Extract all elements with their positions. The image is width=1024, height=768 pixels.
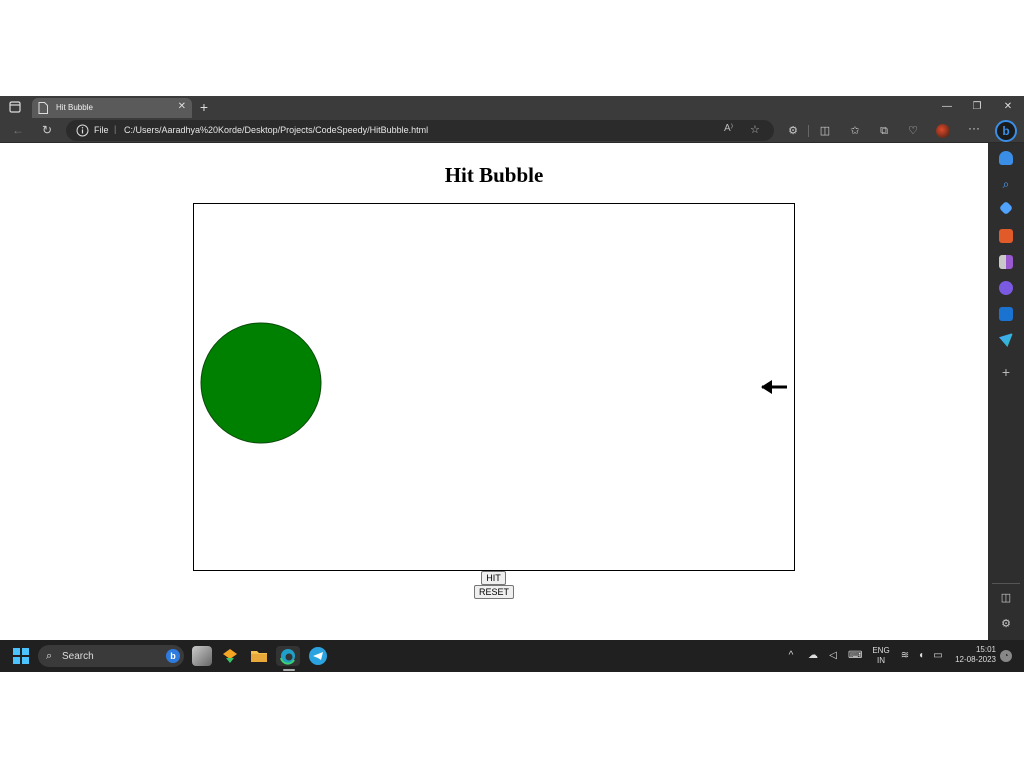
tab-actions-icon[interactable] bbox=[6, 100, 24, 114]
active-app-indicator bbox=[283, 669, 295, 671]
favorite-star-icon[interactable]: ☆ bbox=[750, 123, 760, 136]
bing-copilot-icon[interactable]: b bbox=[995, 120, 1017, 142]
outlook-icon[interactable] bbox=[999, 307, 1013, 321]
add-sidebar-app-icon[interactable]: + bbox=[999, 365, 1013, 379]
telegram-icon[interactable] bbox=[309, 647, 327, 665]
volume-icon[interactable]: ◖ bbox=[914, 649, 928, 663]
windows-taskbar: ⌕ Search b ^ ☁ ◁ ⌨ ENG IN ≋ ◖ ▭ 15:01 12… bbox=[0, 640, 1024, 672]
split-screen-icon[interactable]: ◫ bbox=[817, 123, 833, 139]
hit-button[interactable]: HIT bbox=[481, 571, 506, 585]
copilot-icon[interactable] bbox=[999, 281, 1013, 295]
read-aloud-icon[interactable]: A⁾ bbox=[724, 123, 733, 134]
close-tab-icon[interactable]: ✕ bbox=[178, 101, 186, 112]
language-code: ENG bbox=[872, 646, 890, 655]
browser-nav-bar: ← ↻ File | C:/Users/Aaradhya%20Korde/Des… bbox=[0, 118, 1024, 143]
edge-sidebar: ⌕ + ◫ ⚙ bbox=[988, 143, 1024, 640]
url-path: C:/Users/Aaradhya%20Korde/Desktop/Projec… bbox=[124, 125, 429, 135]
pinned-app-icon[interactable] bbox=[220, 646, 240, 666]
info-icon[interactable] bbox=[76, 124, 89, 137]
battery-icon[interactable]: ▭ bbox=[931, 649, 945, 663]
extensions-icon[interactable]: ⚙ bbox=[785, 123, 801, 139]
location-icon[interactable]: ◁ bbox=[826, 649, 840, 663]
document-icon bbox=[38, 102, 48, 114]
sidebar-divider bbox=[992, 583, 1020, 584]
drop-icon[interactable] bbox=[999, 333, 1013, 347]
search-icon[interactable]: ⌕ bbox=[999, 177, 1013, 191]
search-placeholder: Search bbox=[62, 651, 94, 662]
onedrive-cloud-icon[interactable]: ☁ bbox=[806, 649, 820, 663]
address-bar[interactable]: File | C:/Users/Aaradhya%20Korde/Desktop… bbox=[66, 120, 774, 141]
collections-icon[interactable]: ⧉ bbox=[876, 123, 892, 139]
browser-tab-bar: Hit Bubble ✕ + — ❐ ✕ bbox=[0, 96, 1024, 118]
clock[interactable]: 15:01 12-08-2023 bbox=[950, 645, 996, 665]
screen: Hit Bubble ✕ + — ❐ ✕ ← ↻ File | C:/Users… bbox=[0, 96, 1024, 672]
browser-essentials-icon[interactable]: ♡ bbox=[905, 123, 921, 139]
taskbar-search[interactable]: ⌕ Search b bbox=[38, 645, 184, 667]
tools-briefcase-icon[interactable] bbox=[999, 229, 1013, 243]
region-code: IN bbox=[877, 656, 885, 665]
bubble bbox=[200, 322, 322, 444]
page-title: Hit Bubble bbox=[444, 163, 544, 187]
bing-icon: b bbox=[166, 649, 180, 663]
notification-center-icon[interactable]: ◔ bbox=[1000, 650, 1012, 662]
games-icon[interactable] bbox=[999, 255, 1013, 269]
restore-button[interactable]: ❐ bbox=[962, 96, 992, 118]
shopping-tag-icon[interactable] bbox=[998, 200, 1014, 216]
hide-sidebar-icon[interactable]: ◫ bbox=[999, 591, 1013, 605]
clock-date: 12-08-2023 bbox=[955, 655, 996, 664]
more-menu-icon[interactable]: ··· bbox=[966, 121, 982, 139]
keyboard-icon[interactable]: ⌨ bbox=[848, 649, 862, 663]
url-scheme: File bbox=[94, 125, 109, 135]
tab-title: Hit Bubble bbox=[56, 103, 93, 112]
sidebar-settings-icon[interactable]: ⚙ bbox=[999, 617, 1013, 631]
refresh-button[interactable]: ↻ bbox=[38, 122, 56, 139]
close-window-button[interactable]: ✕ bbox=[993, 96, 1023, 118]
task-view-icon[interactable] bbox=[192, 646, 212, 666]
start-windows-icon[interactable] bbox=[13, 648, 29, 664]
favorites-icon[interactable]: ✩ bbox=[847, 123, 863, 139]
new-tab-button[interactable]: + bbox=[196, 98, 212, 116]
toolbar-divider bbox=[808, 125, 809, 137]
language-indicator[interactable]: ENG IN bbox=[870, 646, 892, 666]
search-icon: ⌕ bbox=[46, 650, 53, 662]
game-canvas[interactable] bbox=[193, 203, 795, 571]
show-hidden-icons[interactable]: ^ bbox=[786, 649, 796, 663]
file-explorer-icon[interactable] bbox=[249, 646, 269, 666]
arrow-icon bbox=[761, 380, 787, 394]
back-button[interactable]: ← bbox=[9, 122, 27, 139]
url-separator: | bbox=[114, 124, 117, 134]
profile-avatar[interactable] bbox=[936, 124, 950, 138]
game-svg bbox=[200, 322, 787, 444]
tab-hit-bubble[interactable]: Hit Bubble ✕ bbox=[32, 98, 192, 118]
edge-browser-icon[interactable] bbox=[276, 646, 300, 666]
clock-time: 15:01 bbox=[975, 645, 996, 654]
web-page: Hit Bubble HIT RESET bbox=[0, 143, 988, 640]
reset-button[interactable]: RESET bbox=[474, 585, 514, 599]
wifi-icon[interactable]: ≋ bbox=[898, 649, 912, 663]
notification-bell-icon[interactable] bbox=[999, 151, 1013, 165]
minimize-button[interactable]: — bbox=[932, 96, 962, 118]
